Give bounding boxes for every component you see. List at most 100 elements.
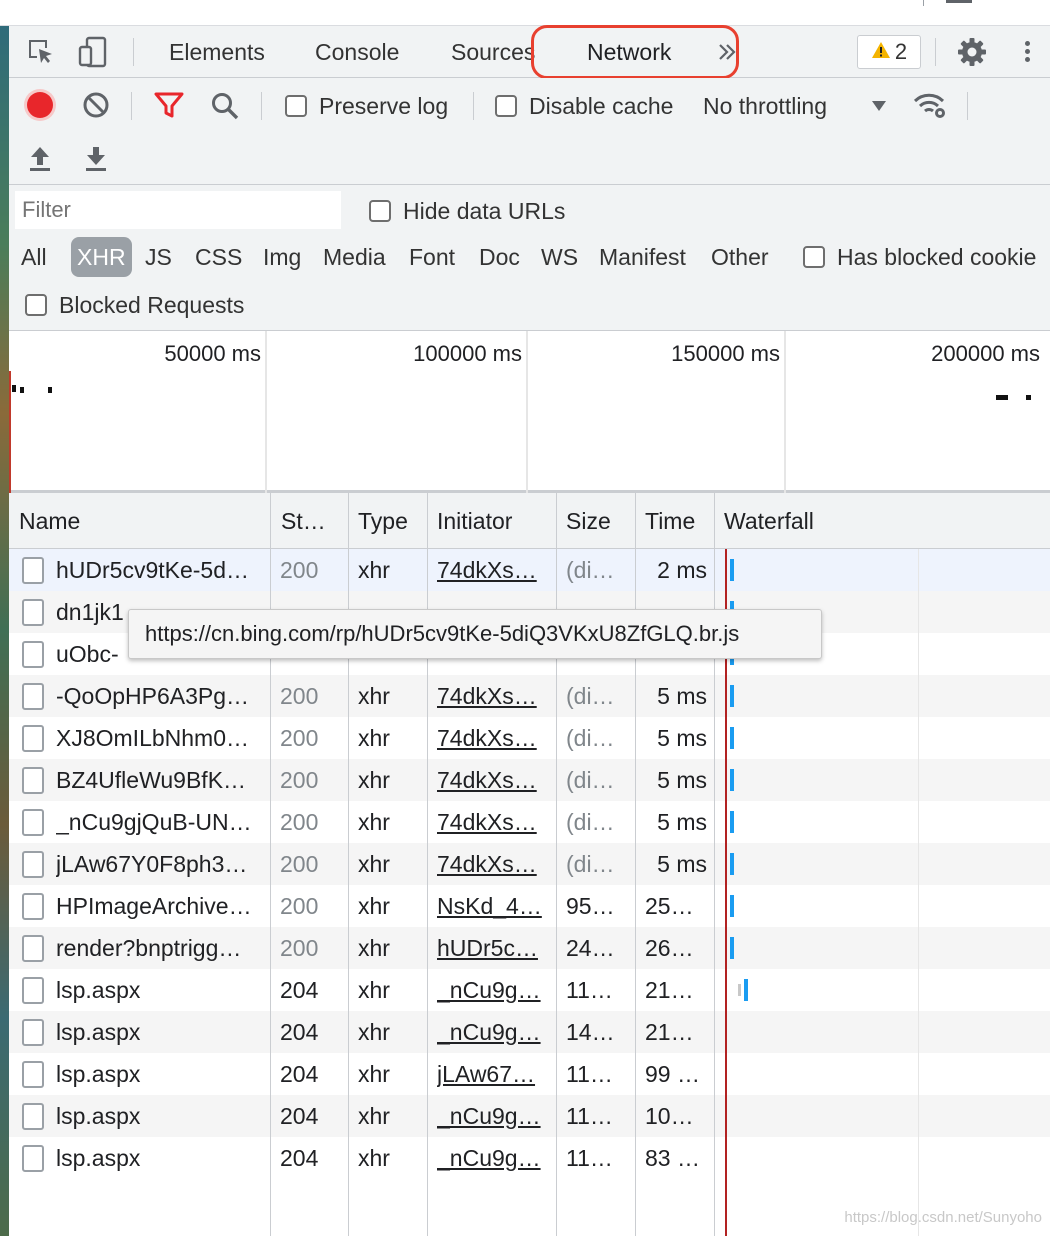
hide-data-urls-checkbox[interactable]: Hide data URLs xyxy=(369,195,565,227)
column-header-size[interactable]: Size xyxy=(566,493,636,549)
disable-cache-checkbox[interactable]: Disable cache xyxy=(495,90,673,122)
column-header-time[interactable]: Time xyxy=(645,493,715,549)
inspect-element-icon[interactable] xyxy=(25,36,57,68)
throttling-select[interactable]: No throttling xyxy=(703,90,827,122)
cell-initiator[interactable]: _nCu9g… xyxy=(437,1095,549,1137)
clear-icon[interactable] xyxy=(81,90,111,120)
cell-type: xhr xyxy=(358,1019,390,1045)
table-row[interactable]: -QoOpHP6A3Pg… 200 xhr 74dkXs… (di… 5 ms xyxy=(9,675,1050,717)
cell-name: jLAw67Y0F8ph3… xyxy=(56,851,248,877)
cell-initiator[interactable]: hUDr5c… xyxy=(437,927,549,969)
tab-sources[interactable]: Sources xyxy=(451,26,535,78)
overview-start-marker xyxy=(9,371,11,493)
settings-gear-icon[interactable] xyxy=(956,36,988,68)
cell-type: xhr xyxy=(358,893,390,919)
import-har-icon[interactable] xyxy=(27,144,53,174)
preserve-log-checkbox[interactable]: Preserve log xyxy=(285,90,448,122)
cell-status: 204 xyxy=(280,1061,319,1087)
type-filter-css[interactable]: CSS xyxy=(189,237,248,277)
table-row[interactable]: lsp.aspx 204 xhr _nCu9g… 14… 21… xyxy=(9,1011,1050,1053)
record-icon xyxy=(27,92,53,118)
cell-initiator[interactable]: _nCu9g… xyxy=(437,969,549,1011)
waterfall-bar xyxy=(730,811,734,833)
filter-icon[interactable] xyxy=(153,90,185,120)
filter-input[interactable] xyxy=(15,191,341,229)
blocked-requests-checkbox[interactable]: Blocked Requests xyxy=(25,289,244,321)
type-filter-all[interactable]: All xyxy=(15,237,53,277)
top-divider xyxy=(923,0,924,6)
table-row[interactable]: _nCu9gjQuB-UN… 200 xhr 74dkXs… (di… 5 ms xyxy=(9,801,1050,843)
table-row[interactable]: XJ8OmILbNhm0… 200 xhr 74dkXs… (di… 5 ms xyxy=(9,717,1050,759)
column-header-initiator[interactable]: Initiator xyxy=(437,493,555,549)
table-row[interactable]: lsp.aspx 204 xhr _nCu9g… 11… 83 … xyxy=(9,1137,1050,1179)
table-row[interactable]: HPImageArchive… 200 xhr NsKd_4… 95… 25… xyxy=(9,885,1050,927)
type-filter-font[interactable]: Font xyxy=(403,237,461,277)
column-header-status[interactable]: St… xyxy=(281,493,345,549)
table-row[interactable]: render?bnptrigg… 200 xhr hUDr5c… 24… 26… xyxy=(9,927,1050,969)
throttling-value: No throttling xyxy=(703,92,828,119)
network-toolbar: Preserve log Disable cache No throttling xyxy=(9,78,1050,185)
type-filter-other[interactable]: Other xyxy=(705,237,775,277)
record-button[interactable] xyxy=(25,90,55,120)
cell-initiator[interactable]: 74dkXs… xyxy=(437,717,549,759)
cell-size: 11… xyxy=(566,977,613,1003)
tab-network[interactable]: Network xyxy=(587,26,671,78)
column-header-waterfall[interactable]: Waterfall xyxy=(724,493,924,549)
column-divider[interactable] xyxy=(348,493,349,1236)
column-divider[interactable] xyxy=(427,493,428,1236)
cell-status: 204 xyxy=(280,1019,319,1045)
chevron-down-icon[interactable] xyxy=(869,94,889,118)
type-filter-media[interactable]: Media xyxy=(317,237,392,277)
column-divider[interactable] xyxy=(714,493,715,1236)
table-row[interactable]: BZ4UfleWu9BfK… 200 xhr 74dkXs… (di… 5 ms xyxy=(9,759,1050,801)
table-row[interactable]: lsp.aspx 204 xhr _nCu9g… 11… 10… xyxy=(9,1095,1050,1137)
file-icon xyxy=(22,851,44,878)
type-filter-ws[interactable]: WS xyxy=(535,237,584,277)
warnings-counter[interactable]: 2 xyxy=(857,35,921,69)
cell-initiator[interactable]: 74dkXs… xyxy=(437,759,549,801)
column-header-name[interactable]: Name xyxy=(19,493,265,549)
waterfall-bar xyxy=(738,984,741,996)
table-row[interactable]: lsp.aspx 204 xhr _nCu9g… 11… 21… xyxy=(9,969,1050,1011)
cell-size: 95… xyxy=(566,893,615,919)
cell-time: 99 … xyxy=(645,1061,700,1087)
cell-initiator[interactable]: 74dkXs… xyxy=(437,843,549,885)
cell-initiator[interactable]: 74dkXs… xyxy=(437,801,549,843)
network-conditions-icon[interactable] xyxy=(913,90,949,122)
device-toolbar-icon[interactable] xyxy=(77,36,109,68)
cell-size: 14… xyxy=(566,1019,615,1045)
has-blocked-cookies-checkbox[interactable]: Has blocked cookie xyxy=(803,241,1036,273)
type-filter-manifest[interactable]: Manifest xyxy=(593,237,692,277)
table-row[interactable]: jLAw67Y0F8ph3… 200 xhr 74dkXs… (di… 5 ms xyxy=(9,843,1050,885)
tab-elements[interactable]: Elements xyxy=(169,26,265,78)
cell-time: 21… xyxy=(645,1019,694,1045)
table-row[interactable]: lsp.aspx 204 xhr jLAw67… 11… 99 … xyxy=(9,1053,1050,1095)
type-filter-img[interactable]: Img xyxy=(257,237,307,277)
type-filter-doc[interactable]: Doc xyxy=(473,237,526,277)
overview-gridline xyxy=(784,331,786,493)
cell-initiator[interactable]: _nCu9g… xyxy=(437,1011,549,1053)
column-divider[interactable] xyxy=(635,493,636,1236)
tab-console[interactable]: Console xyxy=(315,26,399,78)
cell-status: 204 xyxy=(280,1145,319,1171)
cell-initiator[interactable]: 74dkXs… xyxy=(437,675,549,717)
file-icon xyxy=(22,935,44,962)
cell-initiator[interactable]: NsKd_4… xyxy=(437,885,549,927)
column-divider[interactable] xyxy=(270,493,271,1236)
table-row[interactable]: hUDr5cv9tKe-5d… 200 xhr 74dkXs… (di… 2 ms xyxy=(9,549,1050,591)
timeline-overview[interactable]: 50000 ms 100000 ms 150000 ms 200000 ms xyxy=(9,331,1050,493)
export-har-icon[interactable] xyxy=(83,144,109,174)
column-divider[interactable] xyxy=(556,493,557,1236)
cell-initiator[interactable]: _nCu9g… xyxy=(437,1137,549,1179)
more-tabs-chevron-icon[interactable] xyxy=(711,36,743,68)
type-filter-xhr[interactable]: XHR xyxy=(71,237,132,277)
type-filter-js[interactable]: JS xyxy=(139,237,178,277)
checkbox-box xyxy=(803,246,825,268)
toolbar-separator xyxy=(967,92,968,120)
kebab-menu-icon[interactable] xyxy=(1021,38,1033,68)
search-icon[interactable] xyxy=(209,90,241,122)
cell-initiator[interactable]: jLAw67… xyxy=(437,1053,549,1095)
column-header-type[interactable]: Type xyxy=(358,493,428,549)
cell-initiator[interactable]: 74dkXs… xyxy=(437,549,549,591)
file-icon xyxy=(22,641,44,668)
